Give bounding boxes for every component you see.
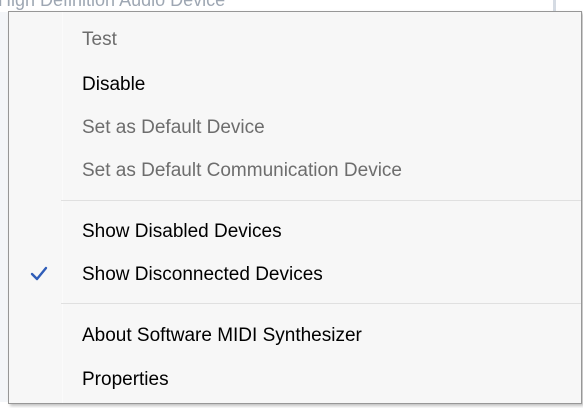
menu-item-show-disconnected-devices-label: Show Disconnected Devices (82, 264, 323, 285)
background-device-label: High Definition Audio Device (0, 0, 226, 10)
menu-item-about-software-midi-synthesizer[interactable]: About Software MIDI Synthesizer (9, 317, 581, 355)
menu-item-set-default-device-label: Set as Default Device (82, 117, 265, 138)
menu-item-show-disabled-devices-label: Show Disabled Devices (82, 221, 282, 242)
context-menu: Test Disable Set as Default Device Set a… (8, 11, 582, 404)
menu-item-set-default-communication-device: Set as Default Communication Device (9, 152, 581, 190)
menu-item-show-disabled-devices[interactable]: Show Disabled Devices (9, 213, 581, 251)
menu-item-properties-label: Properties (82, 369, 169, 390)
menu-item-properties[interactable]: Properties (9, 361, 581, 399)
check-icon (30, 266, 48, 281)
menu-item-set-default-communication-device-label: Set as Default Communication Device (82, 160, 402, 181)
menu-item-set-default-device: Set as Default Device (9, 109, 581, 147)
menu-item-test-label: Test (82, 29, 117, 50)
menu-item-show-disconnected-devices[interactable]: Show Disconnected Devices (9, 256, 581, 294)
menu-separator-1 (61, 200, 581, 201)
menu-separator-2 (61, 303, 581, 304)
menu-item-test: Test (9, 21, 581, 59)
menu-item-disable[interactable]: Disable (9, 66, 581, 104)
menu-item-about-software-midi-synthesizer-label: About Software MIDI Synthesizer (82, 325, 362, 346)
menu-item-disable-label: Disable (82, 74, 146, 95)
